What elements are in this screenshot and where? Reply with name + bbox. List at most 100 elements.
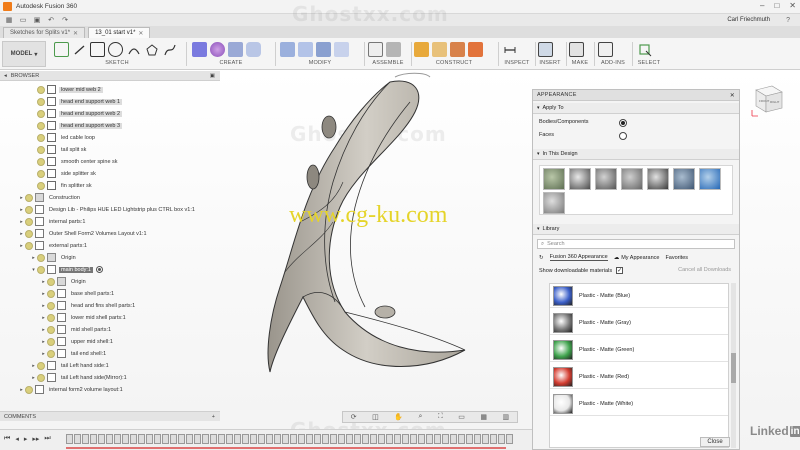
close-button[interactable]: Close: [700, 437, 730, 447]
fillet-icon[interactable]: [298, 42, 313, 57]
browser-node[interactable]: tail split sk: [30, 144, 88, 155]
visibility-bulb-icon[interactable]: [37, 253, 45, 262]
apply-to-section-header[interactable]: ▾ Apply To: [533, 103, 739, 114]
display-settings-icon[interactable]: ▭: [458, 413, 465, 421]
maximize-icon[interactable]: □: [774, 1, 779, 10]
timeline-feature[interactable]: [466, 434, 473, 444]
viewports-icon[interactable]: ▥: [503, 413, 510, 421]
material-item[interactable]: Plastic - Matte (Blue): [550, 284, 728, 308]
view-cube-front[interactable]: FRONT: [759, 99, 769, 103]
visibility-bulb-icon[interactable]: [47, 277, 55, 286]
close-icon[interactable]: ✕: [73, 30, 78, 37]
close-icon[interactable]: ✕: [730, 92, 735, 99]
browser-node[interactable]: side splitter sk: [30, 168, 98, 179]
appearance-swatch[interactable]: [569, 168, 591, 190]
insert-image-icon[interactable]: [538, 42, 553, 57]
go-to-start-icon[interactable]: ⏮: [4, 435, 10, 443]
box-icon[interactable]: [228, 42, 243, 57]
scripts-icon[interactable]: [598, 42, 613, 57]
grid-settings-icon[interactable]: ▦: [480, 413, 487, 421]
cancel-downloads-button[interactable]: Cancel all Downloads: [678, 267, 731, 273]
line-icon[interactable]: [72, 42, 87, 57]
timeline-feature[interactable]: [306, 434, 313, 444]
assemble-group-label[interactable]: ASSEMBLE: [368, 60, 408, 66]
timeline-feature[interactable]: [138, 434, 145, 444]
expand-arrow-icon[interactable]: ▸: [18, 219, 25, 225]
user-name[interactable]: Carl Friechmuth: [727, 17, 770, 23]
view-cube-right[interactable]: RIGHT: [770, 100, 780, 104]
browser-node[interactable]: ▸ upper mid shell:1: [40, 336, 115, 347]
activate-component-radio[interactable]: [95, 266, 103, 273]
browser-node[interactable]: ▸ internal form2 volume layout:1: [18, 384, 125, 395]
browser-node[interactable]: head end support web 2: [30, 108, 123, 119]
timeline-feature[interactable]: [370, 434, 377, 444]
timeline-feature[interactable]: [122, 434, 129, 444]
timeline-feature[interactable]: [154, 434, 161, 444]
select-group-label[interactable]: SELECT: [637, 60, 661, 66]
timeline-feature[interactable]: [426, 434, 433, 444]
browser-node[interactable]: ▸ tail Left hand side:1: [30, 360, 111, 371]
redo-icon[interactable]: ↷: [60, 16, 70, 24]
inspect-group-label[interactable]: INSPECT: [502, 60, 532, 66]
step-back-icon[interactable]: ◂: [15, 435, 19, 443]
timeline-feature[interactable]: [410, 434, 417, 444]
timeline-feature[interactable]: [218, 434, 225, 444]
visibility-bulb-icon[interactable]: [25, 385, 33, 394]
library-section-header[interactable]: ▾ Library: [533, 224, 739, 235]
timeline-feature[interactable]: [98, 434, 105, 444]
expand-arrow-icon[interactable]: ▸: [18, 243, 25, 249]
expand-arrow-icon[interactable]: ▸: [18, 387, 25, 393]
visibility-bulb-icon[interactable]: [47, 349, 55, 358]
browser-node[interactable]: ▸ base shell parts:1: [40, 288, 116, 299]
help-icon[interactable]: ?: [786, 17, 790, 24]
in-this-design-section-header[interactable]: ▾ In This Design: [533, 149, 739, 160]
expand-arrow-icon[interactable]: ▸: [40, 315, 47, 321]
material-item[interactable]: Plastic - Matte (White): [550, 392, 728, 416]
visibility-bulb-icon[interactable]: [47, 325, 55, 334]
visibility-bulb-icon[interactable]: [37, 265, 45, 274]
expand-arrow-icon[interactable]: ▸: [18, 231, 25, 237]
browser-node[interactable]: ▸ Origin: [40, 276, 88, 287]
visibility-bulb-icon[interactable]: [47, 337, 55, 346]
tab-sketches-for-splits[interactable]: Sketches for Splits v1* ✕: [3, 27, 86, 38]
timeline-feature[interactable]: [146, 434, 153, 444]
sketch-group-label[interactable]: SKETCH: [54, 60, 180, 66]
visibility-bulb-icon[interactable]: [25, 229, 33, 238]
appearance-swatch[interactable]: [647, 168, 669, 190]
create-sketch-icon[interactable]: [54, 42, 69, 57]
form-sphere-icon[interactable]: [210, 42, 225, 57]
timeline-feature[interactable]: [242, 434, 249, 444]
appearance-swatch[interactable]: [543, 168, 565, 190]
tab-my-appearance[interactable]: ☁ My Appearance: [614, 255, 660, 261]
browser-panel-header[interactable]: ◂ BROWSER ▣: [0, 71, 220, 81]
timeline-feature[interactable]: [178, 434, 185, 444]
plane-at-angle-icon[interactable]: [432, 42, 447, 57]
expand-arrow-icon[interactable]: ▸: [40, 351, 47, 357]
timeline-feature[interactable]: [402, 434, 409, 444]
joint-icon[interactable]: [386, 42, 401, 57]
tab-favorites[interactable]: Favorites: [665, 255, 688, 261]
scrollbar-thumb[interactable]: [731, 353, 736, 383]
visibility-bulb-icon[interactable]: [47, 301, 55, 310]
browser-node[interactable]: ▸ Outer Shell Form2 Volumes Layout v1:1: [18, 228, 149, 239]
bodies-components-radio[interactable]: [619, 119, 627, 127]
timeline-feature[interactable]: [74, 434, 81, 444]
expand-arrow-icon[interactable]: ▸: [40, 303, 47, 309]
collapse-arrow-icon[interactable]: ◂: [4, 73, 7, 79]
timeline-feature[interactable]: [250, 434, 257, 444]
step-forward-icon[interactable]: ▸▸: [32, 435, 39, 443]
visibility-bulb-icon[interactable]: [25, 241, 33, 250]
appearance-header[interactable]: APPEARANCE ✕: [533, 90, 739, 101]
browser-node[interactable]: head end support web 1: [30, 96, 123, 107]
timeline-feature[interactable]: [258, 434, 265, 444]
close-icon[interactable]: ✕: [138, 30, 143, 37]
timeline-feature[interactable]: [490, 434, 497, 444]
create-group-label[interactable]: CREATE: [192, 60, 270, 66]
timeline-feature[interactable]: [458, 434, 465, 444]
timeline-feature[interactable]: [434, 434, 441, 444]
timeline-feature[interactable]: [394, 434, 401, 444]
browser-node[interactable]: ▸ tail Left hand side(Mirror):1: [30, 372, 129, 383]
browser-node[interactable]: ▸ Construction: [18, 192, 82, 203]
appearance-swatch[interactable]: [543, 192, 565, 214]
visibility-bulb-icon[interactable]: [37, 157, 45, 166]
